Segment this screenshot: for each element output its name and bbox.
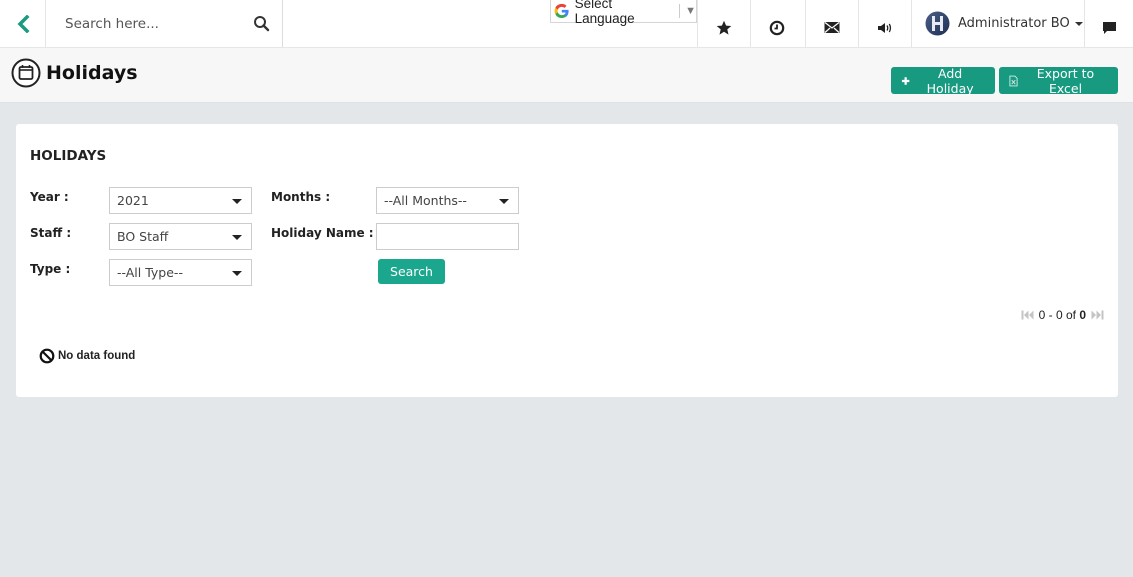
star-icon bbox=[716, 20, 732, 35]
top-bar: Select Language ▼ Administrator BO bbox=[0, 0, 1133, 48]
language-selector[interactable]: Select Language ▼ bbox=[550, 0, 697, 26]
pagination: 0 - 0 of 0 bbox=[1021, 308, 1104, 322]
page-title-wrap: Holidays bbox=[11, 58, 138, 88]
add-holiday-button[interactable]: Add Holiday bbox=[891, 65, 995, 96]
year-value: 2021 bbox=[117, 193, 149, 208]
type-select[interactable]: --All Type-- bbox=[109, 259, 252, 286]
user-menu[interactable]: Administrator BO bbox=[911, 0, 1085, 47]
first-page-icon[interactable] bbox=[1021, 310, 1034, 320]
language-label: Select Language bbox=[574, 0, 635, 26]
calendar-icon bbox=[11, 58, 41, 88]
dropdown-arrow-icon bbox=[232, 271, 242, 276]
speaker-icon bbox=[878, 22, 892, 33]
pagination-range-text: 0 - 0 of bbox=[1038, 308, 1076, 322]
last-page-icon[interactable] bbox=[1091, 310, 1104, 320]
caret-down-icon bbox=[1074, 21, 1083, 26]
chat-button[interactable] bbox=[1085, 0, 1133, 47]
year-label: Year : bbox=[30, 190, 69, 204]
holidays-panel: HOLIDAYS Year : 2021 Staff : BO Staff Ty… bbox=[16, 124, 1118, 397]
year-select[interactable]: 2021 bbox=[109, 187, 252, 214]
user-name: Administrator BO bbox=[958, 16, 1070, 31]
global-search bbox=[45, 0, 283, 47]
page-header: Holidays Add Holiday Export to Excel bbox=[0, 48, 1133, 103]
type-value: --All Type-- bbox=[117, 265, 183, 280]
excel-file-icon bbox=[1009, 75, 1018, 86]
type-label: Type : bbox=[30, 262, 71, 276]
staff-select[interactable]: BO Staff bbox=[109, 223, 252, 250]
back-button[interactable] bbox=[0, 0, 45, 47]
pagination-total: 0 bbox=[1079, 308, 1086, 322]
chevron-left-icon bbox=[17, 14, 29, 33]
ban-icon bbox=[39, 348, 55, 364]
panel-title: HOLIDAYS bbox=[30, 148, 107, 164]
holiday-name-label: Holiday Name : bbox=[271, 226, 374, 240]
chat-bubble-icon bbox=[1102, 21, 1116, 34]
staff-label: Staff : bbox=[30, 226, 72, 240]
search-button[interactable]: Search bbox=[378, 259, 445, 284]
dropdown-arrow-icon bbox=[232, 235, 242, 240]
avatar bbox=[925, 11, 950, 36]
dropdown-arrow-icon bbox=[499, 199, 509, 204]
export-excel-label: Export to Excel bbox=[1036, 65, 1095, 96]
search-input[interactable] bbox=[46, 0, 236, 47]
empty-message: No data found bbox=[58, 350, 136, 362]
export-excel-button[interactable]: Export to Excel bbox=[999, 65, 1118, 96]
favorites-button[interactable] bbox=[697, 0, 750, 47]
envelope-icon bbox=[824, 22, 840, 33]
messages-button[interactable] bbox=[805, 0, 858, 47]
announcements-button[interactable] bbox=[858, 0, 911, 47]
plus-icon bbox=[901, 76, 910, 85]
triangle-down-icon: ▼ bbox=[685, 5, 696, 17]
months-value: --All Months-- bbox=[384, 193, 467, 208]
clock-icon bbox=[769, 20, 785, 35]
divider bbox=[679, 4, 681, 18]
months-select[interactable]: --All Months-- bbox=[376, 187, 519, 214]
holiday-name-input[interactable] bbox=[376, 223, 519, 250]
google-logo-icon bbox=[554, 3, 569, 19]
search-icon[interactable] bbox=[253, 15, 270, 32]
months-label: Months : bbox=[271, 190, 331, 204]
staff-value: BO Staff bbox=[117, 229, 169, 244]
pagination-range: 0 - 0 of 0 bbox=[1039, 308, 1086, 322]
page-title: Holidays bbox=[46, 62, 138, 84]
empty-state: No data found bbox=[39, 348, 135, 364]
add-holiday-label: Add Holiday bbox=[926, 65, 974, 96]
history-button[interactable] bbox=[750, 0, 803, 47]
dropdown-arrow-icon bbox=[232, 199, 242, 204]
